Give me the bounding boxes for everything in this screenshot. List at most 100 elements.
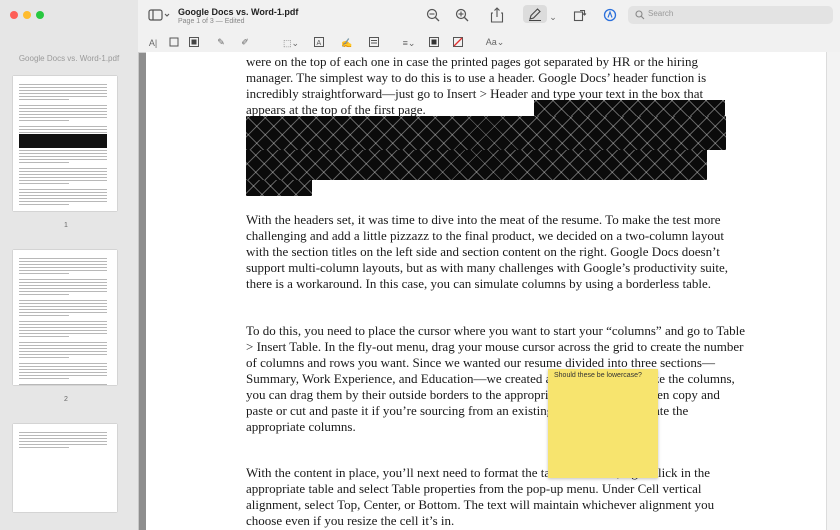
thumbnail-text-line — [19, 432, 107, 433]
search-field[interactable]: Search — [628, 6, 833, 24]
draw-icon[interactable]: ✐ — [238, 35, 252, 49]
thumbnail-text-line — [19, 93, 107, 94]
thumbnail-text-line — [19, 348, 107, 349]
thumbnail-text-line — [19, 156, 107, 157]
thumbnail-text-line — [19, 279, 107, 280]
thumbnail-text-line — [19, 150, 107, 151]
thumbnail-text-line — [19, 87, 107, 88]
rectangle-selection-icon[interactable] — [168, 36, 180, 50]
minimize-window-button[interactable] — [23, 11, 31, 19]
sidebar-toggle-icon[interactable] — [147, 8, 171, 25]
thumbnail-text-line — [19, 363, 107, 364]
thumbnail-text-line — [19, 312, 107, 313]
page-number-1: 1 — [64, 222, 68, 229]
thumbnail-text-line — [19, 354, 107, 355]
thumbnail-text-line — [19, 375, 107, 376]
fill-color-icon[interactable] — [450, 36, 468, 50]
document-page: were on the top of each one in case the … — [146, 52, 826, 530]
thumbnail-text-line — [19, 126, 107, 127]
sticky-note[interactable]: Should these be lowercase? — [548, 369, 658, 478]
sticky-note-text: Should these be lowercase? — [554, 372, 642, 379]
redaction-block[interactable] — [246, 116, 726, 150]
thumbnail-text-line — [19, 366, 107, 367]
thumbnail-text-line — [19, 378, 69, 379]
page-thumbnail-1[interactable] — [13, 76, 117, 211]
thumbnail-text-line — [19, 324, 107, 325]
thumbnail-text-line — [19, 267, 107, 268]
thumbnail-text-line — [19, 444, 107, 445]
thumbnail-text-line — [19, 321, 107, 322]
zoom-in-icon[interactable] — [455, 8, 469, 25]
page-thumbnail-2[interactable] — [13, 250, 117, 385]
thumbnail-text-line — [19, 303, 107, 304]
zoom-window-button[interactable] — [36, 11, 44, 19]
thumbnail-text-line — [19, 288, 107, 289]
thumbnail-text-line — [19, 384, 107, 385]
redaction-block[interactable] — [534, 100, 725, 116]
thumbnail-text-line — [19, 309, 107, 310]
thumbnail-text-line — [19, 345, 107, 346]
sketch-icon[interactable]: ✎ — [214, 35, 228, 49]
thumbnail-text-line — [19, 183, 69, 184]
scrollbar[interactable] — [826, 52, 840, 530]
thumbnail-text-line — [19, 315, 69, 316]
paragraph-4: With the content in place, you’ll next n… — [246, 465, 715, 528]
thumbnail-text-line — [19, 153, 107, 154]
thumbnail-text-line — [19, 111, 107, 112]
toolbar: Google Docs vs. Word-1.pdf Page 1 of 3 —… — [138, 0, 840, 62]
thumbnail-text-line — [19, 180, 107, 181]
thumbnail-text-line — [19, 333, 107, 334]
thumbnail-redaction — [19, 134, 107, 148]
thumbnail-text-line — [19, 357, 69, 358]
close-window-button[interactable] — [10, 11, 18, 19]
redaction-block[interactable] — [246, 150, 707, 180]
zoom-out-icon[interactable] — [426, 8, 440, 25]
thumbnail-text-line — [19, 132, 107, 133]
thumbnail-text-line — [19, 372, 107, 373]
thumbnail-text-line — [19, 171, 107, 172]
markup-pen-icon[interactable] — [523, 5, 547, 23]
share-icon[interactable] — [490, 7, 504, 26]
thumbnail-text-line — [19, 291, 107, 292]
thumbnail-text-line — [19, 129, 107, 130]
thumbnail-text-line — [19, 330, 107, 331]
border-color-icon[interactable] — [426, 36, 444, 50]
thumbnail-text-line — [19, 90, 107, 91]
thumbnail-text-line — [19, 198, 107, 199]
thumbnail-text-line — [19, 351, 107, 352]
text-selection-icon[interactable]: A| — [146, 36, 160, 50]
thumbnail-text-line — [19, 327, 107, 328]
sidebar-title: Google Docs vs. Word-1.pdf — [18, 54, 120, 63]
markup-dropdown-icon[interactable]: ⌄ — [549, 10, 557, 24]
thumbnail-text-line — [19, 189, 107, 190]
thumbnail-text-line — [19, 264, 107, 265]
thumbnail-text-line — [19, 258, 107, 259]
thumbnail-text-line — [19, 201, 107, 202]
thumbnail-text-line — [19, 162, 69, 163]
document-status: Page 1 of 3 — Edited — [178, 18, 245, 25]
thumbnail-text-line — [19, 300, 107, 301]
page-thumbnail-3[interactable] — [13, 424, 117, 512]
thumbnail-text-line — [19, 204, 69, 205]
thumbnail-text-line — [19, 441, 107, 442]
font-label: Aa — [485, 37, 497, 47]
thumbnail-text-line — [19, 285, 107, 286]
thumbnail-text-line — [19, 336, 69, 337]
thumbnail-text-line — [19, 261, 107, 262]
redact-icon[interactable] — [188, 36, 200, 50]
shape-style-icon[interactable]: ≡⌄ — [400, 36, 418, 50]
thumbnail-text-line — [19, 438, 107, 439]
thumbnail-text-line — [19, 306, 107, 307]
rotate-icon[interactable] — [573, 8, 587, 25]
search-placeholder: Search — [648, 9, 674, 18]
redaction-block[interactable] — [246, 180, 312, 196]
font-icon[interactable]: Aa⌄ — [485, 35, 505, 49]
thumbnail-text-line — [19, 159, 107, 160]
text-box-icon[interactable]: A — [313, 36, 325, 50]
shapes-icon[interactable]: ⬚⌄ — [282, 36, 300, 50]
note-icon[interactable] — [368, 36, 380, 50]
thumbnail-text-line — [19, 105, 107, 106]
thumbnail-text-line — [19, 177, 107, 178]
search-icon — [635, 9, 645, 22]
markup-circle-icon[interactable] — [603, 8, 617, 25]
